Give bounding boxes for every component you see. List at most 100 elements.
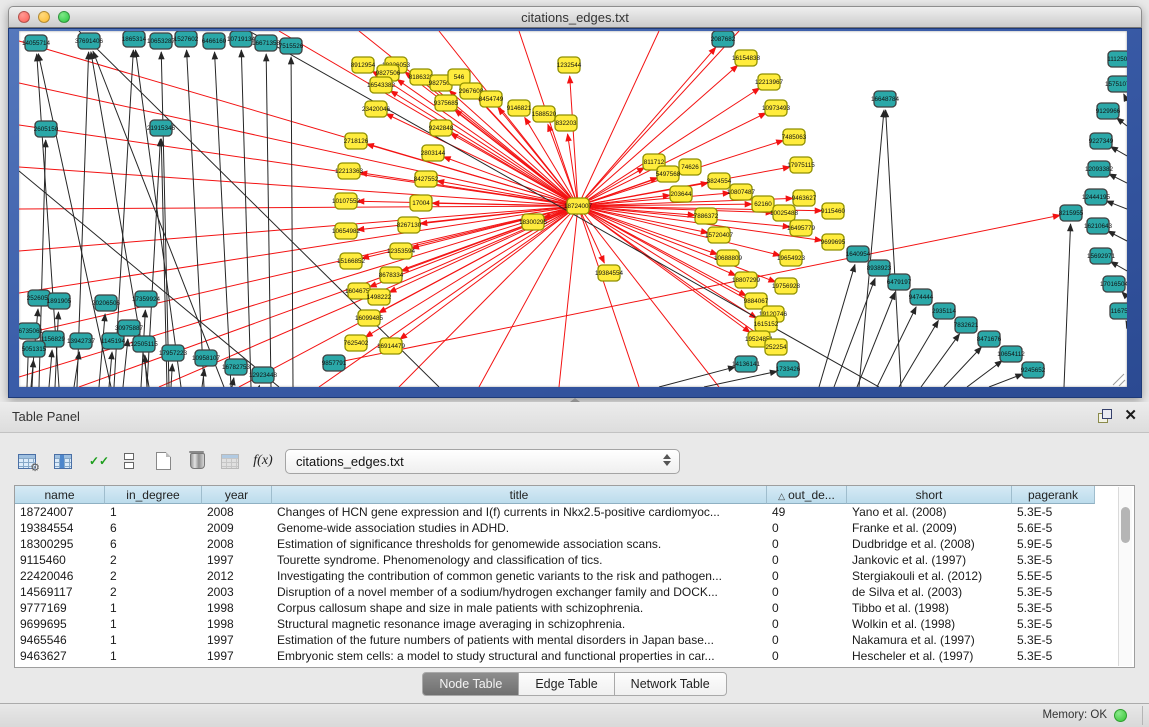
network-node[interactable]: 10958107 bbox=[192, 350, 221, 366]
network-node[interactable]: 15751074 bbox=[1105, 76, 1127, 92]
column-header-pagerank[interactable]: pagerank bbox=[1012, 486, 1095, 504]
network-node[interactable]: 1615152 bbox=[754, 316, 779, 332]
column-header-in_degree[interactable]: in_degree bbox=[105, 486, 202, 504]
network-node[interactable]: 1112504 bbox=[1107, 51, 1127, 67]
network-node[interactable]: 9375685 bbox=[434, 95, 459, 111]
network-node[interactable]: 10807487 bbox=[727, 184, 756, 200]
window-titlebar[interactable]: citations_edges.txt bbox=[8, 6, 1142, 28]
network-node[interactable]: 6466160 bbox=[202, 33, 227, 49]
network-node[interactable]: 1640954 bbox=[846, 246, 871, 262]
tab-edge-table[interactable]: Edge Table bbox=[519, 672, 614, 696]
column-header-year[interactable]: year bbox=[202, 486, 272, 504]
network-node[interactable]: 12923448 bbox=[249, 367, 278, 383]
network-node[interactable]: 16210643 bbox=[1084, 218, 1113, 234]
network-node[interactable]: 19654923 bbox=[777, 250, 806, 266]
node-table[interactable]: namein_degreeyeartitle△out_de...shortpag… bbox=[14, 485, 1135, 668]
network-node[interactable]: 15692971 bbox=[1087, 248, 1116, 264]
network-node[interactable]: 7625402 bbox=[344, 335, 369, 351]
close-panel-icon[interactable]: ✕ bbox=[1124, 409, 1137, 423]
network-node[interactable]: 9474444 bbox=[909, 289, 934, 305]
scrollbar-thumb[interactable] bbox=[1121, 507, 1130, 543]
network-node[interactable]: 9463627 bbox=[792, 190, 817, 206]
table-row[interactable]: 1872400712008Changes of HCN gene express… bbox=[15, 504, 1134, 520]
network-node[interactable]: 2803144 bbox=[421, 145, 446, 161]
import-table-button[interactable] bbox=[217, 448, 243, 474]
network-node[interactable]: 9129966 bbox=[1096, 103, 1121, 119]
network-graph[interactable]: 1872400712325448912954182260539827506165… bbox=[19, 31, 1127, 387]
network-node[interactable]: 10688809 bbox=[714, 250, 743, 266]
network-node[interactable]: 16735061 bbox=[19, 323, 43, 339]
network-node[interactable]: 1498222 bbox=[367, 289, 392, 305]
network-node[interactable]: 8215955 bbox=[1059, 205, 1084, 221]
network-node[interactable]: 1733426 bbox=[776, 361, 801, 377]
network-node[interactable]: 2718126 bbox=[344, 133, 369, 149]
network-node[interactable]: 8678334 bbox=[379, 267, 404, 283]
network-node[interactable]: 19756928 bbox=[772, 278, 801, 294]
network-node[interactable]: 1865314 bbox=[122, 31, 147, 47]
new-table-button[interactable] bbox=[150, 448, 176, 474]
table-row[interactable]: 911546021997Tourette syndrome. Phenomeno… bbox=[15, 552, 1134, 568]
network-node[interactable]: 12353594 bbox=[387, 243, 416, 259]
network-node[interactable]: 7515526 bbox=[279, 38, 304, 54]
table-row[interactable]: 946362711997Embryonic stem cells: a mode… bbox=[15, 648, 1134, 664]
network-node[interactable]: 8454749 bbox=[479, 91, 504, 107]
table-column-select-button[interactable] bbox=[50, 448, 76, 474]
network-node[interactable]: 8427552 bbox=[414, 171, 439, 187]
network-node[interactable]: 7886372 bbox=[694, 208, 719, 224]
resize-grip-icon[interactable] bbox=[1113, 374, 1125, 386]
network-node[interactable]: 18724007 bbox=[564, 198, 593, 214]
network-node[interactable]: 19384554 bbox=[595, 265, 624, 281]
network-node[interactable]: 17957223 bbox=[159, 345, 188, 361]
network-node[interactable]: 5051315 bbox=[22, 341, 47, 357]
table-row[interactable]: 2242004622012Investigating the contribut… bbox=[15, 568, 1134, 584]
network-node[interactable]: 13942737 bbox=[67, 333, 96, 349]
table-select-dropdown[interactable]: citations_edges.txt bbox=[285, 449, 680, 474]
network-node[interactable]: 15720407 bbox=[705, 227, 734, 243]
network-node[interactable]: 12213363 bbox=[335, 163, 364, 179]
network-node[interactable]: 16914479 bbox=[377, 338, 406, 354]
row-height-button[interactable] bbox=[116, 448, 142, 474]
table-row[interactable]: 946554611997Estimation of the future num… bbox=[15, 632, 1134, 648]
network-node[interactable]: 17975115 bbox=[787, 157, 815, 173]
table-header[interactable]: namein_degreeyeartitle△out_de...shortpag… bbox=[15, 486, 1134, 504]
network-node[interactable]: 9857791 bbox=[322, 355, 347, 371]
network-node[interactable]: 7832621 bbox=[954, 317, 979, 333]
function-builder-button[interactable]: f(x) bbox=[250, 448, 276, 474]
network-node[interactable]: 2935114 bbox=[932, 303, 957, 319]
network-node[interactable]: 9115460 bbox=[821, 203, 846, 219]
float-panel-icon[interactable] bbox=[1098, 409, 1112, 423]
network-node[interactable]: 9245652 bbox=[1021, 362, 1046, 378]
network-node[interactable]: 2605150 bbox=[34, 121, 59, 137]
network-node[interactable]: 116753 bbox=[1110, 303, 1127, 319]
network-node[interactable]: 17016504 bbox=[1100, 276, 1127, 292]
table-row[interactable]: 1456911722003Disruption of a novel membe… bbox=[15, 584, 1134, 600]
column-header-out_de[interactable]: △out_de... bbox=[767, 486, 847, 504]
network-node[interactable]: 17359924 bbox=[132, 291, 161, 307]
network-node[interactable]: 16782753 bbox=[222, 359, 251, 375]
network-canvas[interactable]: 1872400712325448912954182260539827506165… bbox=[19, 31, 1127, 387]
column-header-short[interactable]: short bbox=[847, 486, 1012, 504]
network-node[interactable]: 9242848 bbox=[429, 120, 454, 136]
network-node[interactable]: 8471676 bbox=[977, 331, 1002, 347]
network-node[interactable]: 74626 bbox=[679, 159, 701, 175]
column-header-name[interactable]: name bbox=[15, 486, 105, 504]
network-node[interactable]: 8938923 bbox=[867, 260, 892, 276]
network-node[interactable]: 18300295 bbox=[519, 214, 548, 230]
network-node[interactable]: 2087682 bbox=[711, 31, 736, 47]
network-node[interactable]: 1588520 bbox=[532, 106, 557, 122]
network-node[interactable]: 10653287 bbox=[147, 33, 176, 49]
network-node[interactable]: 30975887 bbox=[115, 320, 144, 336]
network-node[interactable]: 7485063 bbox=[782, 129, 807, 145]
network-node[interactable]: 9699695 bbox=[821, 234, 846, 250]
network-node[interactable]: 8267130 bbox=[397, 217, 422, 233]
network-node[interactable]: 10973493 bbox=[762, 100, 791, 116]
network-node[interactable]: 9227349 bbox=[1089, 133, 1114, 149]
network-node[interactable]: 12505115 bbox=[130, 336, 158, 352]
network-node[interactable]: 252254 bbox=[765, 339, 787, 355]
network-node[interactable]: 5497568 bbox=[656, 166, 681, 182]
network-node[interactable]: 1891905 bbox=[47, 293, 72, 309]
network-node[interactable]: 23420046 bbox=[362, 101, 391, 117]
tab-node-table[interactable]: Node Table bbox=[422, 672, 519, 696]
network-node[interactable]: 16495779 bbox=[787, 220, 816, 236]
network-node[interactable]: 12093382 bbox=[1085, 161, 1114, 177]
